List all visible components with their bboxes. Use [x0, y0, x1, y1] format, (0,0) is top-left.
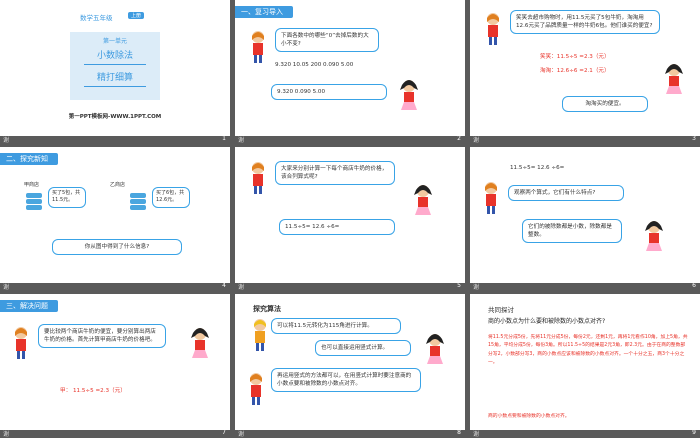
section-tag: 二、探究新知	[0, 153, 58, 165]
unit-label: 第一单元	[102, 38, 127, 45]
slide-number: 3	[692, 135, 696, 142]
shop-2-label: 乙商店	[110, 182, 126, 188]
slide-footer: 谢 8	[235, 429, 465, 438]
slide-number: 5	[457, 282, 461, 289]
slide-2[interactable]: 一、复习导入 下面各数中的哪些“0”去掉后数的大小不变? 9.320 10.05…	[235, 0, 465, 144]
slide-5[interactable]: 大家来分别计算一下每个商店牛奶的价格，该合列算式呢? 11.5÷5= 12.6 …	[235, 147, 465, 291]
slide-6[interactable]: 11.5÷5= 12.6 ÷6= 观察两个算式，它们有什么特点? 它们的被除数都…	[470, 147, 700, 291]
section-heading: 共同探讨	[488, 306, 514, 314]
calc-line-2: 淘淘：12.6÷6 =2.1（元）	[540, 68, 610, 74]
girl-illustration	[423, 332, 447, 366]
question-bubble: 你从图中得到了什么信息?	[52, 239, 182, 256]
teacher-illustration	[12, 326, 30, 360]
teacher-illustration	[484, 12, 502, 46]
question-text: 商的小数点为什么要和被除数的小数点对齐?	[488, 318, 606, 325]
lesson-title: 小数除法	[96, 51, 133, 61]
footer-label: 谢	[473, 284, 480, 291]
slide-number: 4	[222, 282, 226, 289]
footnote-text: 商的小数点要和被除数的小数点对齐。	[488, 414, 570, 419]
teacher-illustration	[482, 181, 500, 215]
teacher-illustration	[247, 372, 265, 406]
slide-7[interactable]: 三、解决问题 要比较两个商店牛奶的便宜，要分别算出两店牛奶的价格。首先计算甲商店…	[0, 294, 230, 438]
formula-bubble: 11.5÷5= 12.6 ÷6=	[279, 219, 395, 236]
prompt-bubble: 大家来分别计算一下每个商店牛奶的价格，该合列算式呢?	[275, 161, 395, 186]
term-badge: 上册	[128, 12, 145, 19]
answer-bubble: 9.320 0.090 5.00	[271, 84, 387, 101]
slide-footer: 谢 1	[0, 135, 230, 144]
girl-illustration	[397, 78, 421, 112]
section-tag: 三、解决问题	[0, 300, 58, 312]
slide-footer: 谢 2	[235, 135, 465, 144]
shop-1-label: 甲商店	[24, 182, 40, 188]
answer-bubble: 它们的被除数都是小数，除数都是整数。	[522, 219, 622, 244]
lesson-subtitle: 精打细算	[96, 73, 133, 83]
problem-bubble: 笑笑去超市购物时，用11.5元买了5包牛奶，淘淘用12.6元买了品牌质量一样的牛…	[510, 10, 660, 35]
idea-1-bubble: 可以将11.5元转化为115角进行计算。	[271, 318, 401, 335]
milk-stack-1	[24, 191, 44, 213]
title-box: 第一单元 小数除法 精打细算	[70, 32, 160, 100]
milk-stack-2	[128, 191, 148, 213]
girl-illustration	[642, 219, 666, 253]
girl-illustration	[411, 183, 435, 217]
slide-footer: 谢 4	[0, 282, 230, 291]
girl-illustration	[662, 62, 686, 96]
title-panel: 数学五年级 上册 第一单元 小数除法 精打细算	[66, 8, 166, 104]
task-bubble: 要比较两个商店牛奶的便宜，要分别算出两店牛奶的价格。首先计算甲商店牛奶的价格吧。	[38, 324, 166, 349]
slide-number: 8	[457, 429, 461, 436]
question-bubble: 观察两个算式，它们有什么特点?	[508, 185, 624, 202]
numbers-row: 9.320 10.05 200 0.090 5.00	[275, 62, 354, 68]
calc-line-1: 笑笑：11.5÷5 =2.3（元）	[540, 54, 610, 60]
slide-grid: 数学五年级 上册 第一单元 小数除法 精打细算 第一PPT模板网-WWW.1PP…	[0, 0, 700, 438]
conclusion-bubble: 淘淘买的便宜。	[562, 96, 648, 113]
footer-label: 谢	[3, 137, 10, 144]
teacher-illustration	[249, 161, 267, 195]
footer-label: 谢	[238, 137, 245, 144]
slide-9[interactable]: 共同探讨 商的小数点为什么要和被除数的小数点对齐? 将11.5元分成5份，先将1…	[470, 294, 700, 438]
footer-label: 谢	[3, 284, 10, 291]
title-divider-2	[84, 86, 146, 87]
shop-1-bubble: 买了5包，共11.5元。	[48, 187, 86, 208]
slide-footer: 谢 6	[470, 282, 700, 291]
grade-label: 数学五年级	[80, 14, 113, 22]
section-heading: 探究算法	[253, 305, 281, 313]
slide-footer: 谢 7	[0, 429, 230, 438]
boy-illustration	[251, 318, 269, 352]
teacher-illustration	[249, 30, 267, 64]
footer-label: 谢	[473, 431, 480, 438]
shop-2-bubble: 买了6包，共12.6元。	[152, 187, 190, 208]
title-divider	[84, 64, 146, 65]
section-tag: 一、复习导入	[235, 6, 293, 18]
slide-footer: 谢 5	[235, 282, 465, 291]
footer-label: 谢	[3, 431, 10, 438]
slide-3[interactable]: 笑笑去超市购物时，用11.5元买了5包牛奶，淘淘用12.6元买了品牌质量一样的牛…	[470, 0, 700, 144]
question-bubble: 下面各数中的哪些“0”去掉后数的大小不变?	[275, 28, 379, 53]
slide-8[interactable]: 探究算法 可以将11.5元转化为115角进行计算。 也可以直接运用竖式计算。 再…	[235, 294, 465, 438]
footer-label: 谢	[473, 137, 480, 144]
footer-label: 谢	[238, 284, 245, 291]
slide-number: 6	[692, 282, 696, 289]
slide-number: 9	[692, 429, 696, 436]
girl-illustration	[188, 326, 212, 360]
answer-line: 甲： 11.5÷5 =2.3（元）	[60, 388, 126, 394]
slide-number: 7	[222, 429, 226, 436]
idea-3-bubble: 再运用竖式的方法都可以，在用竖式计算时要注意商的小数点要和被除数的小数点对齐。	[271, 368, 421, 393]
slide-number: 2	[457, 135, 461, 142]
brand-text: 第一PPT模板网-WWW.1PPT.COM	[68, 114, 162, 120]
idea-2-bubble: 也可以直接运用竖式计算。	[315, 340, 411, 357]
footer-label: 谢	[238, 431, 245, 438]
explanation-paragraph: 将11.5元分成5份，先将11元分成5份，每份2元，还剩1元，再将1元看作10角…	[488, 335, 688, 366]
slide-number: 1	[222, 135, 226, 142]
slide-footer: 谢 9	[470, 429, 700, 438]
slide-1[interactable]: 数学五年级 上册 第一单元 小数除法 精打细算 第一PPT模板网-WWW.1PP…	[0, 0, 230, 144]
slide-4[interactable]: 二、探究新知 甲商店 买了5包，共11.5元。 乙商店 买了6包，共12.6元。…	[0, 147, 230, 291]
slide-footer: 谢 3	[470, 135, 700, 144]
formula-line: 11.5÷5= 12.6 ÷6=	[510, 165, 565, 171]
